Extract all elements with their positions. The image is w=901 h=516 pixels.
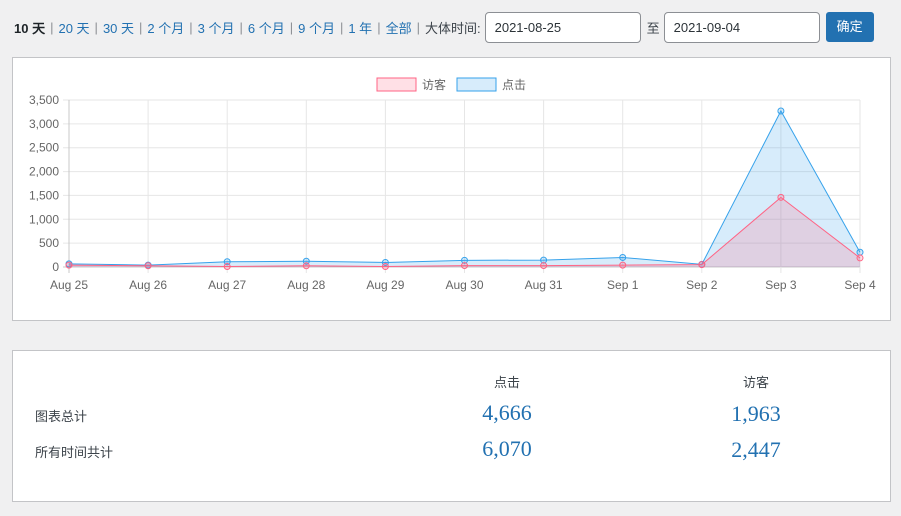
y-tick-label: 1,500 bbox=[29, 188, 59, 202]
legend-swatch-visitors bbox=[376, 77, 417, 92]
column-header-visitors: 访客 bbox=[742, 375, 769, 390]
range-20-days[interactable]: 20 天 bbox=[58, 18, 89, 37]
x-tick-label: Aug 29 bbox=[366, 278, 404, 292]
x-tick-label: Aug 28 bbox=[287, 278, 325, 292]
separator: | bbox=[189, 19, 193, 35]
separator: | bbox=[377, 19, 381, 35]
to-label: 至 bbox=[646, 20, 660, 36]
end-date-input[interactable] bbox=[663, 11, 820, 43]
start-date-input[interactable] bbox=[484, 11, 641, 43]
visitors-point bbox=[144, 262, 152, 270]
visitors-point bbox=[777, 193, 785, 201]
date-range-bar: 10 天 | 20 天 | 30 天 | 2 个月 | 3 个月 | 6 个月 … bbox=[14, 10, 874, 44]
confirm-button[interactable]: 确定 bbox=[825, 12, 874, 42]
range-6-months[interactable]: 6 个月 bbox=[248, 18, 285, 37]
visitors-point bbox=[856, 254, 864, 262]
chart-legend: 访客 点击 bbox=[376, 77, 526, 92]
visitors-point bbox=[381, 263, 389, 271]
separator: | bbox=[94, 19, 98, 35]
row-label-chart-total: 图表总计 bbox=[35, 409, 88, 424]
range-9-months[interactable]: 9 个月 bbox=[298, 18, 335, 37]
legend-label-visitors: 访客 bbox=[422, 77, 446, 92]
visitors-point bbox=[302, 262, 310, 270]
range-30-days[interactable]: 30 天 bbox=[103, 18, 134, 37]
y-tick-label: 1,000 bbox=[29, 212, 59, 226]
x-tick-label: Aug 27 bbox=[208, 278, 246, 292]
y-tick-label: 2,000 bbox=[29, 165, 59, 179]
chart-total-visitors: 1,963 bbox=[731, 401, 781, 426]
hits-visitors-chart: 访客 点击 0 500 1,000 1,500 2,000 2,500 3,000 3,500… bbox=[29, 77, 876, 292]
row-label-all-time-total: 所有时间共计 bbox=[35, 445, 114, 460]
hits-point bbox=[856, 248, 864, 256]
totals-panel: 点击 访客 图表总计 4,666 1,963 所有时间共计 6,070 2,44… bbox=[12, 350, 891, 502]
y-tick-label: 2,500 bbox=[29, 141, 59, 155]
x-tick-label: Aug 26 bbox=[129, 278, 167, 292]
separator: | bbox=[339, 19, 344, 35]
visitors-point bbox=[698, 261, 706, 269]
y-tick-label: 3,500 bbox=[29, 93, 59, 107]
x-tick-label: Aug 30 bbox=[445, 278, 483, 292]
separator: | bbox=[289, 19, 294, 35]
legend-label-hits: 点击 bbox=[502, 78, 526, 92]
hits-point bbox=[619, 253, 627, 261]
all-time-total-hits: 6,070 bbox=[482, 436, 532, 461]
hits-point bbox=[777, 107, 785, 115]
range-2-months[interactable]: 2 个月 bbox=[147, 18, 184, 37]
column-header-hits: 点击 bbox=[493, 375, 520, 390]
legend-swatch-hits bbox=[456, 77, 497, 92]
range-all[interactable]: 全部 bbox=[386, 18, 412, 37]
separator: | bbox=[50, 19, 54, 35]
chart-panel: 访客 点击 0 500 1,000 1,500 2,000 2,500 3,000 3,500… bbox=[12, 57, 891, 321]
y-tick-label: 3,000 bbox=[29, 117, 59, 131]
separator: | bbox=[416, 19, 420, 35]
visitors-point bbox=[65, 261, 73, 269]
x-tick-label: Sep 1 bbox=[607, 278, 639, 292]
x-tick-label: Sep 4 bbox=[844, 278, 876, 292]
y-tick-label: 500 bbox=[39, 236, 59, 250]
visitors-point bbox=[540, 262, 548, 270]
x-tick-label: Sep 2 bbox=[686, 278, 718, 292]
x-tick-label: Aug 25 bbox=[50, 278, 88, 292]
range-10-days[interactable]: 10 天 bbox=[14, 18, 45, 37]
separator: | bbox=[139, 19, 143, 35]
date-range-label: 大体时间: bbox=[424, 20, 481, 36]
visitors-point bbox=[619, 261, 627, 269]
chart-total-hits: 4,666 bbox=[482, 400, 532, 425]
visitors-point bbox=[461, 262, 468, 270]
visitors-point bbox=[223, 263, 231, 271]
x-tick-label: Aug 31 bbox=[525, 278, 563, 292]
x-tick-label: Sep 3 bbox=[765, 278, 797, 292]
y-tick-label: 0 bbox=[52, 260, 59, 274]
all-time-total-visitors: 2,447 bbox=[731, 437, 781, 462]
range-3-months[interactable]: 3 个月 bbox=[198, 18, 235, 37]
range-1-year[interactable]: 1 年 bbox=[348, 18, 372, 37]
separator: | bbox=[239, 19, 243, 35]
